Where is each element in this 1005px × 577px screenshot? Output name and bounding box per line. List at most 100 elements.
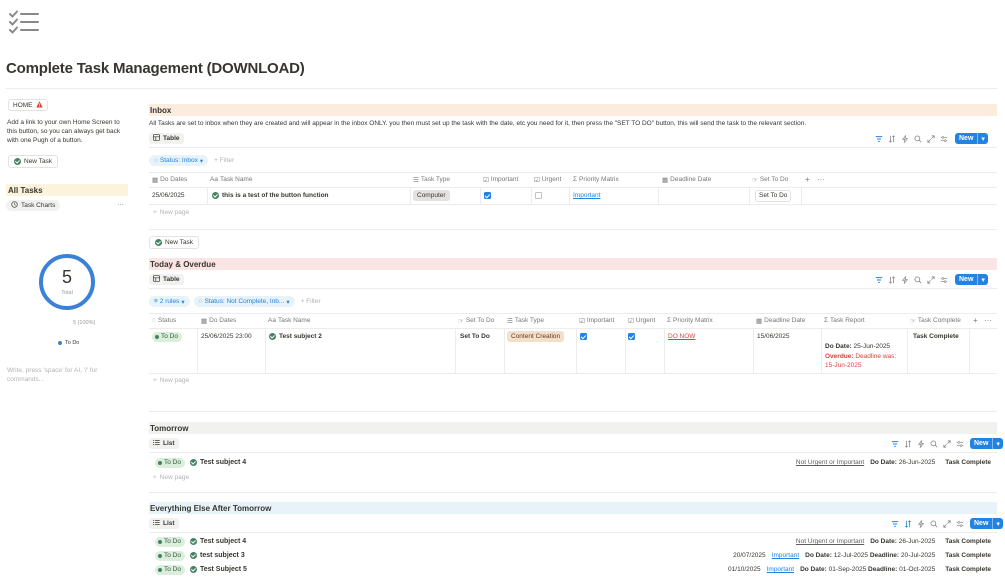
task-charts-tab[interactable]: Task Charts — [6, 200, 61, 211]
col-important[interactable]: ☑ Important — [483, 174, 518, 185]
search-icon[interactable] — [929, 439, 939, 449]
task-complete-button[interactable]: Task Complete — [945, 459, 991, 466]
search-icon[interactable] — [929, 519, 939, 529]
tomorrow-view-tab-list[interactable]: List — [149, 438, 179, 449]
settings-sliders-icon[interactable] — [955, 439, 965, 449]
add-filter-button[interactable]: + Filter — [214, 157, 234, 164]
block-placeholder[interactable]: Write, press 'space' for AI, '/' for com… — [7, 366, 117, 384]
filter-icon[interactable] — [874, 134, 884, 144]
inbox-status-filter[interactable]: ◌ Status: Inbox ▾ — [149, 155, 209, 166]
home-button[interactable]: HOME — [8, 99, 48, 111]
everything-view-tab-list[interactable]: List — [149, 518, 179, 529]
table-row-priority[interactable]: Important — [573, 190, 600, 201]
today-new-button[interactable]: New ▾ — [955, 274, 988, 285]
list-item[interactable]: To Do Test Subject 5 01/10/2025 Importan… — [149, 563, 997, 576]
sort-icon[interactable] — [903, 519, 913, 529]
more-options-icon[interactable]: ··· — [117, 200, 124, 209]
inbox-new-button[interactable]: New ▾ — [955, 133, 988, 144]
add-column-icon[interactable]: + — [973, 315, 978, 326]
status-badge[interactable]: To Do — [152, 331, 182, 342]
sidebar-new-task-button[interactable]: New Task — [8, 155, 59, 168]
settings-sliders-icon[interactable] — [939, 275, 949, 285]
table-row-do-dates[interactable]: 25/06/2025 — [152, 190, 185, 201]
table-row-do-dates[interactable]: 25/06/2025 23:00 — [201, 331, 252, 342]
urgent-checkbox[interactable] — [535, 190, 542, 201]
pointer-icon: ☞ — [458, 317, 464, 325]
col-important[interactable]: ☑ Important — [579, 315, 614, 326]
inbox-new-task-button[interactable]: New Task — [149, 236, 200, 249]
expand-icon[interactable] — [926, 275, 936, 285]
col-urgent[interactable]: ☑ Urgent — [628, 315, 655, 326]
sort-icon[interactable] — [887, 275, 897, 285]
col-priority-matrix[interactable]: Σ Priority Matrix — [573, 174, 619, 185]
col-task-name[interactable]: Aa Task Name — [268, 315, 310, 326]
filter-icon[interactable] — [890, 439, 900, 449]
task-complete-button[interactable]: Task Complete — [945, 538, 991, 545]
expand-icon[interactable] — [942, 519, 952, 529]
col-task-type[interactable]: ☰ Task Type — [507, 315, 544, 326]
urgent-checkbox[interactable] — [628, 331, 635, 342]
lightning-icon[interactable] — [916, 519, 926, 529]
sort-icon[interactable] — [887, 134, 897, 144]
task-complete-button[interactable]: Task Complete — [913, 331, 959, 342]
set-to-do-button[interactable]: Set To Do — [460, 331, 490, 342]
col-set-to-do[interactable]: ☞ Set To Do — [752, 174, 788, 185]
chevron-down-icon[interactable]: ▾ — [977, 133, 988, 144]
table-row-priority[interactable]: DO NOW — [668, 331, 695, 342]
col-urgent[interactable]: ☑ Urgent — [534, 174, 561, 185]
tomorrow-new-button[interactable]: New ▾ — [970, 438, 1003, 449]
everything-new-button[interactable]: New ▾ — [970, 518, 1003, 529]
table-row-task-name[interactable]: this is a test of the button function — [212, 190, 329, 201]
add-column-icon[interactable]: + — [805, 174, 810, 185]
chevron-down-icon[interactable]: ▾ — [992, 518, 1003, 529]
col-task-type[interactable]: ☰ Task Type — [413, 174, 450, 185]
today-view-tab-table[interactable]: Table — [149, 274, 184, 285]
col-deadline-date[interactable]: ▦ Deadline Date — [662, 174, 711, 185]
today-status-filter[interactable]: ◌ Status: Not Complete, Inb... ▾ — [193, 296, 295, 307]
list-item[interactable]: To Do test subject 3 20/07/2025 Importan… — [149, 549, 997, 562]
task-complete-button[interactable]: Task Complete — [945, 566, 991, 573]
lightning-icon[interactable] — [916, 439, 926, 449]
chevron-down-icon[interactable]: ▾ — [977, 274, 988, 285]
settings-sliders-icon[interactable] — [939, 134, 949, 144]
add-filter-button[interactable]: + Filter — [301, 298, 321, 305]
search-icon[interactable] — [913, 134, 923, 144]
important-checkbox[interactable] — [580, 331, 587, 342]
tomorrow-new-page[interactable]: + New page — [153, 474, 189, 481]
table-row-task-name[interactable]: Test subject 2 — [269, 331, 322, 342]
settings-sliders-icon[interactable] — [955, 519, 965, 529]
table-row-deadline[interactable]: 15/06/2025 — [757, 331, 790, 342]
more-options-icon[interactable]: ··· — [984, 315, 992, 326]
col-task-report[interactable]: Σ Task Report — [824, 315, 865, 326]
inbox-new-page[interactable]: + New page — [153, 209, 189, 216]
table-row-task-type[interactable]: Computer — [413, 190, 450, 201]
expand-icon[interactable] — [926, 134, 936, 144]
col-set-to-do[interactable]: ☞ Set To Do — [458, 315, 494, 326]
chevron-down-icon[interactable]: ▾ — [992, 438, 1003, 449]
col-do-dates[interactable]: ▦ Do Dates — [201, 315, 236, 326]
important-checkbox[interactable] — [484, 190, 491, 201]
task-complete-button[interactable]: Task Complete — [945, 552, 991, 559]
inbox-view-tab-table[interactable]: Table — [149, 133, 184, 144]
filter-icon[interactable] — [874, 275, 884, 285]
col-deadline-date[interactable]: ▦ Deadline Date — [756, 315, 805, 326]
set-to-do-button[interactable]: Set To Do — [755, 189, 792, 202]
list-item[interactable]: To Do Test subject 4 Not Urgent or Impor… — [149, 535, 997, 548]
table-row-task-type[interactable]: Content Creation — [507, 331, 565, 342]
col-task-name[interactable]: Aa Task Name — [210, 174, 252, 185]
col-task-complete[interactable]: ☞ Task Complete — [910, 315, 961, 326]
lightning-icon[interactable] — [900, 275, 910, 285]
col-status[interactable]: ◌ Status — [152, 315, 176, 326]
sort-icon[interactable] — [903, 439, 913, 449]
check-circle-icon — [189, 552, 197, 559]
lightning-icon[interactable] — [900, 134, 910, 144]
rules-filter[interactable]: ≡ 2 rules ▾ — [149, 296, 190, 307]
filter-icon[interactable] — [890, 519, 900, 529]
expand-icon[interactable] — [942, 439, 952, 449]
col-priority-matrix[interactable]: Σ Priority Matrix — [667, 315, 713, 326]
list-item[interactable]: To Do Test subject 4 Not Urgent or Impor… — [149, 456, 997, 469]
today-new-page[interactable]: + New page — [153, 377, 189, 384]
col-do-dates[interactable]: ▦ Do Dates — [152, 174, 187, 185]
more-options-icon[interactable]: ··· — [817, 174, 825, 185]
search-icon[interactable] — [913, 275, 923, 285]
